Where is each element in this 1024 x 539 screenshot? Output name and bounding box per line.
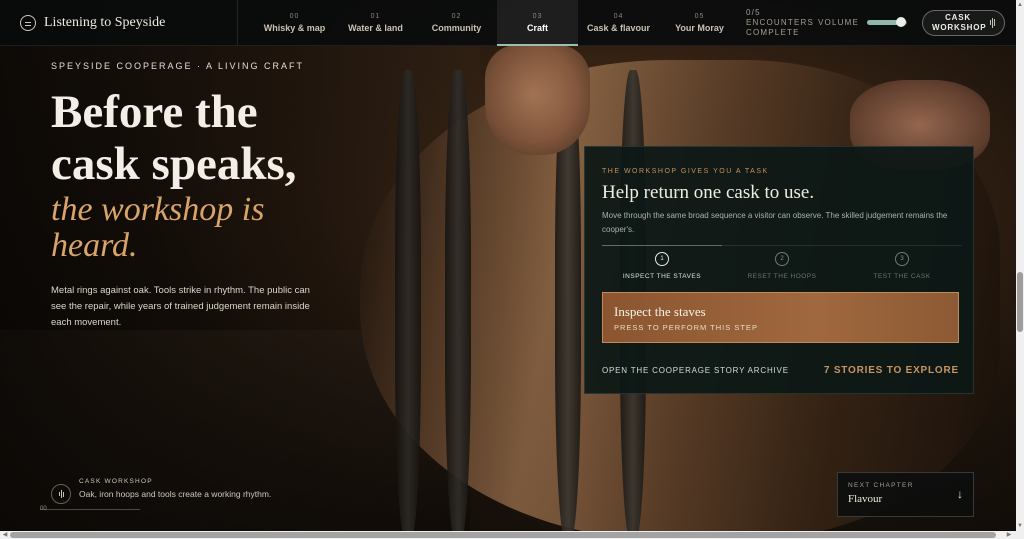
next-chapter-button[interactable]: NEXT CHAPTER Flavour ↓ bbox=[837, 472, 974, 517]
hero-headline: Before the cask speaks, bbox=[51, 86, 297, 190]
nav-item-community[interactable]: 02 Community bbox=[416, 0, 497, 45]
nav-number: 05 bbox=[694, 12, 705, 20]
step-label: RESET THE HOOPS bbox=[747, 273, 817, 280]
volume-control: VOLUME bbox=[818, 17, 907, 27]
perform-step-button[interactable]: Inspect the staves PRESS TO PERFORM THIS… bbox=[602, 292, 959, 343]
archive-link[interactable]: OPEN THE COOPERAGE STORY ARCHIVE bbox=[602, 366, 789, 375]
brand-title[interactable]: Listening to Speyside bbox=[44, 15, 165, 31]
nav-item-craft[interactable]: 03 Craft bbox=[497, 0, 578, 46]
scroll-up-icon[interactable]: ▲ bbox=[1017, 1, 1023, 9]
cask-workshop-label: CASK WORKSHOP bbox=[932, 12, 987, 32]
scroll-left-icon[interactable]: ◀ bbox=[1, 531, 9, 539]
audio-caption: CASK WORKSHOP Oak, iron hoops and tools … bbox=[40, 476, 280, 516]
encounters-counter: 0/5 ENCOUNTERS COMPLETE bbox=[746, 7, 815, 37]
panel-footer: OPEN THE COOPERAGE STORY ARCHIVE 7 STORI… bbox=[602, 365, 959, 376]
hero-lede: Metal rings against oak. Tools strike in… bbox=[51, 285, 310, 328]
step-label: INSPECT THE STAVES bbox=[622, 273, 702, 280]
cask-workshop-button[interactable]: CASK WORKSHOP bbox=[922, 9, 1005, 36]
audio-play-button[interactable] bbox=[51, 484, 71, 504]
audio-tag: CASK WORKSHOP bbox=[79, 478, 153, 485]
hero-headline-italic: the workshop is heard. bbox=[51, 191, 265, 264]
audio-wave-icon bbox=[58, 488, 64, 500]
task-panel: THE WORKSHOP GIVES YOU A TASK Help retur… bbox=[584, 146, 974, 394]
next-chapter-title: Flavour bbox=[848, 493, 883, 505]
next-chapter-tag: NEXT CHAPTER bbox=[848, 482, 914, 489]
scroll-right-icon[interactable]: ▶ bbox=[1005, 531, 1013, 539]
step-number-icon: 1 bbox=[655, 252, 669, 266]
horizontal-scrollbar[interactable]: ◀ ▶ bbox=[0, 531, 1024, 539]
nav-label: Your Moray bbox=[675, 22, 724, 33]
arrow-down-icon: ↓ bbox=[957, 487, 963, 501]
top-navigation-bar: Listening to Speyside 00 Whisky & map 01… bbox=[0, 0, 1016, 46]
panel-description: Move through the same broad sequence a v… bbox=[602, 211, 948, 234]
scroll-down-icon[interactable]: ▼ bbox=[1017, 522, 1023, 530]
action-subtitle: PRESS TO PERFORM THIS STEP bbox=[614, 323, 758, 332]
panel-eyebrow: THE WORKSHOP GIVES YOU A TASK bbox=[602, 168, 769, 175]
audio-wave-icon bbox=[990, 17, 995, 29]
step-test-cask[interactable]: 3 TEST THE CASK bbox=[842, 245, 962, 283]
panel-title: Help return one cask to use. bbox=[602, 182, 815, 203]
nav-number: 03 bbox=[532, 12, 543, 20]
step-reset-hoops[interactable]: 2 RESET THE HOOPS bbox=[722, 245, 842, 283]
audio-progress-line bbox=[40, 509, 140, 510]
nav-item-cask-flavour[interactable]: 04 Cask & flavour bbox=[578, 0, 659, 45]
audio-marker: 00 bbox=[40, 506, 47, 512]
nav-label: Whisky & map bbox=[263, 22, 326, 33]
nav-label: Water & land bbox=[348, 22, 403, 33]
horizontal-scroll-thumb[interactable] bbox=[10, 532, 996, 538]
nav-number: 00 bbox=[289, 12, 300, 20]
hero-eyebrow: SPEYSIDE COOPERAGE · A LIVING CRAFT bbox=[51, 61, 305, 71]
nav-label: Craft bbox=[526, 22, 548, 33]
volume-slider[interactable] bbox=[867, 17, 907, 27]
step-tracker: 1 INSPECT THE STAVES 2 RESET THE HOOPS 3… bbox=[602, 245, 962, 283]
volume-slider-knob[interactable] bbox=[896, 17, 906, 27]
nav-number: 02 bbox=[451, 12, 462, 20]
nav-number: 04 bbox=[613, 12, 624, 20]
step-inspect-staves[interactable]: 1 INSPECT THE STAVES bbox=[602, 245, 722, 283]
brand[interactable]: Listening to Speyside bbox=[0, 0, 238, 45]
nav-label: Community bbox=[431, 22, 482, 33]
nav-item-whisky-map[interactable]: 00 Whisky & map bbox=[254, 0, 335, 45]
volume-label: VOLUME bbox=[818, 18, 859, 27]
action-title: Inspect the staves bbox=[614, 304, 706, 319]
nav-number: 01 bbox=[370, 12, 381, 20]
step-number-icon: 2 bbox=[775, 252, 789, 266]
vertical-scrollbar[interactable]: ▲ ▼ bbox=[1016, 0, 1024, 531]
stories-link[interactable]: 7 STORIES TO EXPLORE bbox=[824, 365, 959, 376]
chapter-nav: 00 Whisky & map 01 Water & land 02 Commu… bbox=[254, 0, 740, 46]
nav-item-water-land[interactable]: 01 Water & land bbox=[335, 0, 416, 45]
menu-icon[interactable] bbox=[20, 14, 36, 31]
step-number-icon: 3 bbox=[895, 252, 909, 266]
audio-text: Oak, iron hoops and tools create a worki… bbox=[79, 489, 272, 499]
vertical-scroll-thumb[interactable] bbox=[1017, 272, 1023, 332]
step-label: TEST THE CASK bbox=[873, 273, 931, 280]
nav-item-your-moray[interactable]: 05 Your Moray bbox=[659, 0, 740, 45]
nav-label: Cask & flavour bbox=[586, 22, 651, 33]
